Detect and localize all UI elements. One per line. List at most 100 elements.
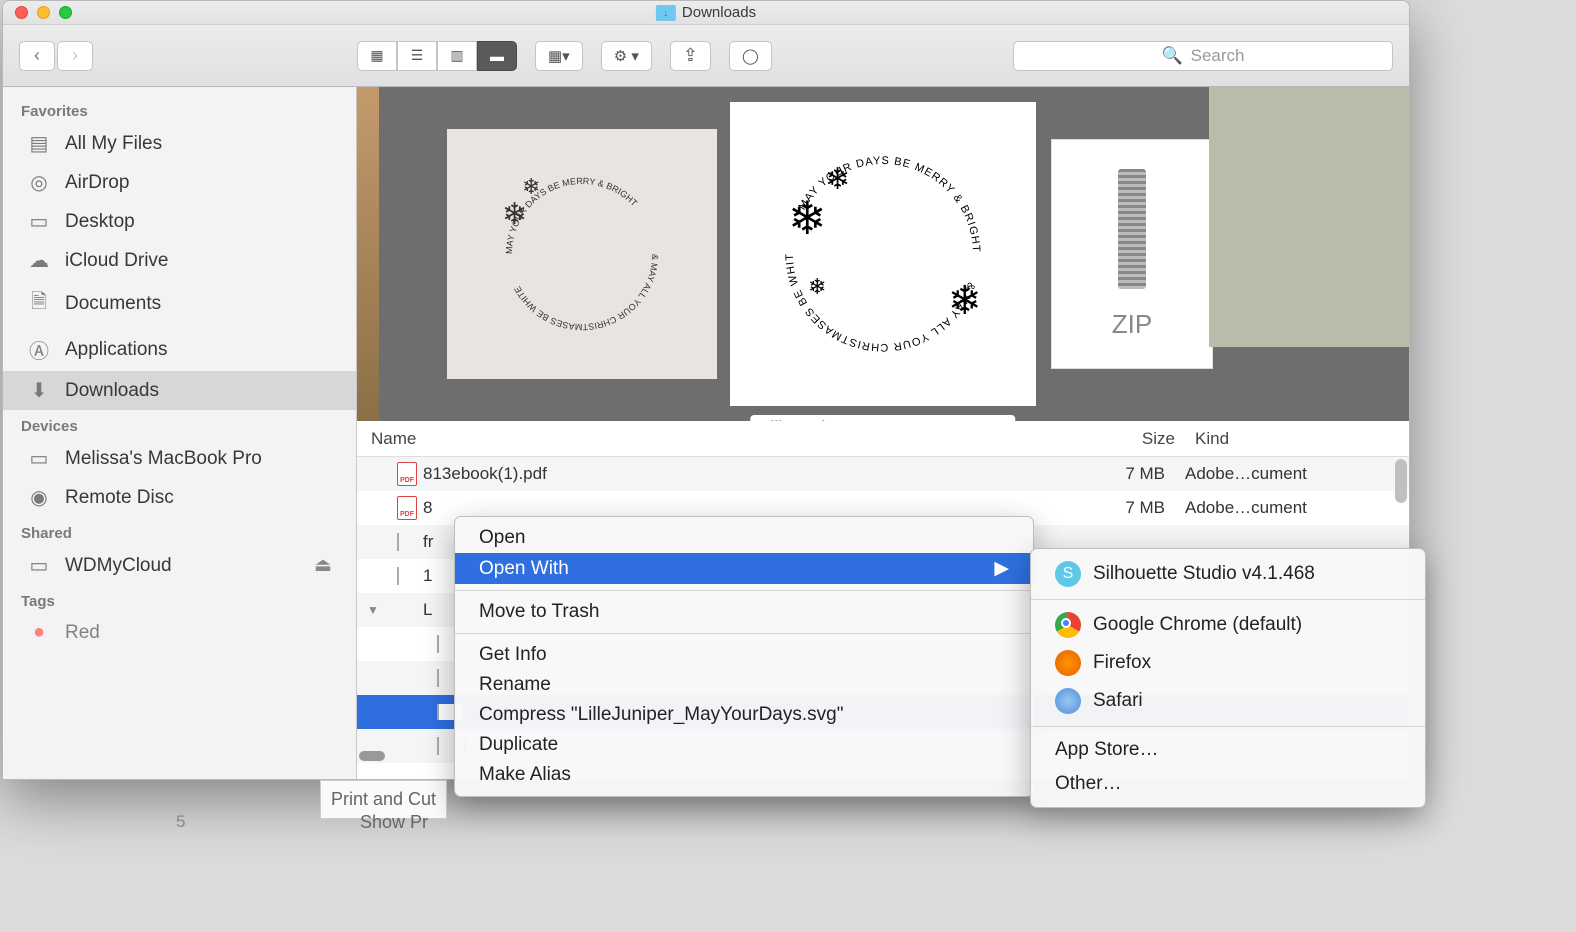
column-kind[interactable]: Kind [1175, 429, 1395, 449]
close-icon[interactable] [15, 6, 28, 19]
menu-make-alias[interactable]: Make Alias [455, 760, 1033, 790]
folder-icon: ↓ [656, 5, 676, 21]
desktop-icon: ▭ [27, 209, 51, 234]
menu-compress[interactable]: Compress "LilleJuniper_MayYourDays.svg" [455, 700, 1033, 730]
sidebar-heading: Devices [3, 410, 356, 439]
applications-icon: Ⓐ [27, 335, 51, 364]
sidebar-item-airdrop[interactable]: ◎AirDrop [3, 163, 356, 202]
file-row[interactable]: PDF813ebook(1).pdf7 MBAdobe…cument [357, 457, 1409, 491]
laptop-icon: ▭ [27, 446, 51, 471]
sidebar-item-downloads[interactable]: ⬇Downloads [3, 371, 356, 410]
sidebar-item-all-my-files[interactable]: ▤All My Files [3, 124, 356, 163]
context-menu: Open Open With▶ Move to Trash Get Info R… [454, 516, 1034, 797]
sidebar: Favorites ▤All My Files ◎AirDrop ▭Deskto… [3, 87, 357, 779]
server-icon: ▭ [27, 553, 51, 578]
sidebar-item-remote-disc[interactable]: ◉Remote Disc [3, 478, 356, 517]
search-icon: 🔍 [1161, 46, 1182, 66]
titlebar: ↓ Downloads [3, 1, 1409, 25]
bg-label: Show Pr [360, 812, 428, 833]
app-store[interactable]: App Store… [1031, 733, 1425, 767]
image-icon [437, 635, 439, 653]
menu-separator [455, 590, 1033, 591]
search-placeholder: Search [1191, 46, 1245, 66]
eject-icon[interactable]: ⏏ [314, 554, 332, 577]
menu-separator [1031, 726, 1425, 727]
documents-icon: 🗎 [27, 287, 51, 321]
maximize-icon[interactable] [59, 6, 72, 19]
menu-trash[interactable]: Move to Trash [455, 597, 1033, 627]
share-button[interactable]: ⇪ [670, 41, 711, 71]
search-input[interactable]: 🔍 Search [1013, 41, 1393, 71]
chrome-icon [1055, 612, 1081, 638]
disclosure-icon[interactable]: ▼ [367, 603, 379, 617]
thumb-prev[interactable]: MAY YOUR DAYS BE MERRY & BRIGHT & MAY AL… [447, 129, 717, 379]
pdf-icon: PDF [397, 496, 417, 520]
pdf-icon: PDF [397, 462, 417, 486]
svg-text:& MAY ALL YOUR CHRISTMASES BE: & MAY ALL YOUR CHRISTMASES BE WHITE [512, 254, 660, 332]
column-view-button[interactable]: ▥ [437, 41, 477, 71]
minimize-icon[interactable] [37, 6, 50, 19]
menu-separator [455, 633, 1033, 634]
selected-filename: LilleJuniper_MayYourDays.svg [750, 415, 1015, 421]
sidebar-item-icloud[interactable]: ☁iCloud Drive [3, 241, 356, 280]
window-title: ↓ Downloads [656, 4, 756, 21]
scrollbar-thumb[interactable] [1395, 459, 1407, 503]
action-button[interactable]: ⚙ ▾ [601, 41, 652, 71]
thumb-next[interactable] [1209, 87, 1409, 347]
app-other[interactable]: Other… [1031, 767, 1425, 801]
thumb-selected[interactable]: MAY YOUR DAYS BE MERRY & BRIGHT & MAY AL… [730, 102, 1036, 406]
list-view-button[interactable]: ☰ [397, 41, 437, 71]
sidebar-item-macbook[interactable]: ▭Melissa's MacBook Pro [3, 439, 356, 478]
sidebar-item-tag-red[interactable]: ●Red [3, 614, 356, 651]
all-files-icon: ▤ [27, 131, 51, 156]
airdrop-icon: ◎ [27, 170, 51, 195]
zip-label: ZIP [1112, 309, 1152, 340]
app-safari[interactable]: Safari [1031, 682, 1425, 720]
column-name[interactable]: Name [371, 429, 1045, 449]
coverflow-view-button[interactable]: ▬ [477, 41, 517, 71]
image-icon [437, 737, 439, 755]
menu-rename[interactable]: Rename [455, 670, 1033, 700]
app-firefox[interactable]: Firefox [1031, 644, 1425, 682]
sidebar-heading: Tags [3, 585, 356, 614]
svg-preview: MAY YOUR DAYS BE MERRY & BRIGHT & MAY AL… [452, 124, 712, 384]
menu-open-with[interactable]: Open With▶ [455, 553, 1033, 584]
svg-text:❄: ❄ [788, 192, 827, 244]
svg-preview: MAY YOUR DAYS BE MERRY & BRIGHT & MAY AL… [753, 124, 1013, 384]
disc-icon: ◉ [27, 485, 51, 510]
arrange-button[interactable]: ▦▾ [535, 41, 583, 71]
firefox-icon [1055, 650, 1081, 676]
menu-separator [1031, 599, 1425, 600]
svg-text:❄: ❄ [522, 174, 540, 199]
app-chrome[interactable]: Google Chrome (default) [1031, 606, 1425, 644]
title-text: Downloads [682, 4, 756, 21]
sidebar-heading: Favorites [3, 95, 356, 124]
h-scrollbar[interactable] [359, 751, 385, 761]
forward-button[interactable]: › [57, 41, 93, 71]
svg-text:❄: ❄ [502, 198, 527, 231]
safari-icon [1055, 688, 1081, 714]
icon-view-button[interactable]: ▦ [357, 41, 397, 71]
menu-open[interactable]: Open [455, 523, 1033, 553]
cover-flow[interactable]: MAY YOUR DAYS BE MERRY & BRIGHT & MAY AL… [357, 87, 1409, 421]
thumb-zip[interactable]: ZIP [1051, 139, 1213, 369]
menu-duplicate[interactable]: Duplicate [455, 730, 1033, 760]
menu-get-info[interactable]: Get Info [455, 640, 1033, 670]
chevron-right-icon: ▶ [994, 557, 1009, 580]
sidebar-heading: Shared [3, 517, 356, 546]
toolbar: ‹ › ▦ ☰ ▥ ▬ ▦▾ ⚙ ▾ ⇪ ◯ 🔍 Search [3, 25, 1409, 87]
view-switcher: ▦ ☰ ▥ ▬ [357, 41, 517, 71]
sidebar-item-wdmycloud[interactable]: ▭WDMyCloud⏏ [3, 546, 356, 585]
back-button[interactable]: ‹ [19, 41, 55, 71]
cloud-icon: ☁ [27, 248, 51, 273]
sidebar-item-applications[interactable]: ⒶApplications [3, 328, 356, 371]
app-silhouette[interactable]: SSilhouette Studio v4.1.468 [1031, 555, 1425, 593]
sidebar-item-desktop[interactable]: ▭Desktop [3, 202, 356, 241]
svg-text:❄: ❄ [808, 274, 826, 299]
column-size[interactable]: Size [1045, 429, 1175, 449]
thumb-edge [357, 87, 379, 421]
sidebar-item-documents[interactable]: 🗎Documents [3, 280, 356, 328]
svg-text:❄: ❄ [948, 279, 982, 323]
tags-button[interactable]: ◯ [729, 41, 772, 71]
image-icon [437, 703, 439, 721]
